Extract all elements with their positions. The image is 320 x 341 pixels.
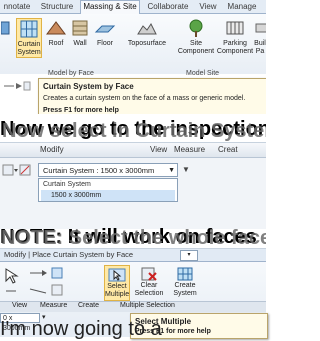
wall-button[interactable]: Wall bbox=[68, 18, 92, 48]
toposurface-icon bbox=[136, 18, 158, 38]
tab-collaborate[interactable]: Collaborate bbox=[142, 1, 194, 13]
site-component-label: Site Component bbox=[177, 40, 215, 55]
type-selector-value: Curtain System : 1500 x 3000mm bbox=[43, 166, 155, 175]
bottom-caption: I'm now going to a bbox=[0, 318, 162, 340]
panel2-measure: Measure bbox=[174, 145, 206, 154]
roof-label: Roof bbox=[48, 40, 64, 47]
panel2-modify: Modify bbox=[40, 145, 64, 154]
clear-selection-label: Clear Selection bbox=[134, 282, 164, 297]
building-pad-icon bbox=[254, 18, 266, 38]
panel2-view: View bbox=[150, 145, 168, 154]
create-system-icon bbox=[176, 267, 194, 281]
dropdown-group-label: Curtain System bbox=[43, 181, 91, 188]
type-selector-arrow[interactable]: ▼ bbox=[182, 165, 190, 174]
toolbar-fragment bbox=[2, 80, 32, 92]
panel3-title: Modify | Place Curtain System by Face bbox=[4, 250, 134, 259]
roof-button[interactable]: Roof bbox=[44, 18, 68, 48]
tab-annotate[interactable]: nnotate bbox=[0, 1, 34, 13]
panel2-toolbar: Modify View Measure Creat bbox=[0, 143, 266, 158]
parking-component-label: Parking Component bbox=[216, 40, 254, 55]
curtain-system-icon bbox=[18, 19, 40, 39]
select-multiple-label: Select Multiple bbox=[105, 283, 130, 298]
select-multiple-icon bbox=[108, 268, 126, 282]
tooltip-help: Press F1 for more help bbox=[43, 107, 119, 114]
parking-icon bbox=[224, 18, 246, 38]
panel3-measure: Measure bbox=[40, 302, 68, 309]
tab-view[interactable]: View bbox=[196, 1, 220, 13]
wall-label: Wall bbox=[73, 40, 87, 47]
building-pad-label: Buil Pa bbox=[254, 40, 266, 55]
tooltip-title: Curtain System by Face bbox=[43, 82, 134, 91]
caption-1b: Now select in Curtain System type bbox=[2, 120, 266, 142]
select-multiple-button[interactable]: Select Multiple bbox=[104, 265, 130, 301]
tab-massing-site[interactable]: Massing & Site bbox=[80, 0, 140, 14]
wall-icon bbox=[69, 18, 91, 38]
group-model-by-face: Model by Face bbox=[48, 70, 94, 77]
create-system-button[interactable]: Create System bbox=[168, 265, 202, 299]
ribbon-panel: nnotate Structure Massing & Site Collabo… bbox=[0, 0, 266, 114]
curtain-system-button[interactable]: Curtain System bbox=[16, 18, 42, 58]
tab-manage[interactable]: Manage bbox=[224, 1, 260, 13]
caption-2b: NOTE: Select the whole face bbox=[1, 227, 266, 249]
building-pad-button[interactable]: Buil Pa bbox=[254, 18, 266, 56]
panel2-icons bbox=[2, 163, 34, 177]
ribbon-tab-bar: nnotate Structure Massing & Site Collabo… bbox=[0, 0, 266, 14]
floor-icon bbox=[94, 18, 116, 38]
panel3-group-label: Multiple Selection bbox=[120, 302, 175, 309]
create-system-label: Create System bbox=[173, 282, 197, 297]
modify-tools bbox=[2, 265, 68, 299]
panel3-title-dropdown[interactable]: ▾ bbox=[180, 250, 198, 261]
clear-selection-button[interactable]: Clear Selection bbox=[132, 265, 166, 299]
curtain-system-label: Curtain System bbox=[17, 41, 41, 56]
chevron-down-icon[interactable]: ▼ bbox=[168, 164, 175, 178]
toposurface-label: Toposurface bbox=[127, 40, 167, 47]
panel3-view: View bbox=[12, 302, 28, 309]
panel3-group-bar: View Measure Create Multiple Selection bbox=[0, 301, 266, 312]
tooltip-curtain-system: Curtain System by Face Creates a curtain… bbox=[38, 78, 266, 114]
type-selector-dropdown[interactable]: Curtain System : 1500 x 3000mm ▼ bbox=[38, 163, 178, 177]
floor-button[interactable]: Floor bbox=[92, 18, 118, 48]
site-component-button[interactable]: Site Component bbox=[176, 18, 216, 56]
roof-icon bbox=[45, 18, 67, 38]
toposurface-button[interactable]: Toposurface bbox=[124, 18, 170, 48]
parking-component-button[interactable]: Parking Component bbox=[216, 18, 254, 56]
panel2-create: Creat bbox=[218, 145, 238, 154]
type-selector-list: Curtain System 1500 x 3000mm bbox=[38, 178, 178, 202]
panel3-title-bar: Modify | Place Curtain System by Face ▾ bbox=[0, 249, 266, 262]
tree-icon bbox=[185, 18, 207, 38]
floor-label: Floor bbox=[97, 40, 113, 47]
type-selector-panel: Modify View Measure Creat Curtain System… bbox=[0, 142, 266, 229]
clear-selection-icon bbox=[140, 267, 158, 281]
partial-button[interactable] bbox=[0, 18, 12, 40]
partial-icon bbox=[0, 18, 11, 38]
dropdown-item-1500x3000[interactable]: 1500 x 3000mm bbox=[41, 190, 175, 201]
tab-structure[interactable]: Structure bbox=[36, 1, 78, 13]
panel3-create: Create bbox=[78, 302, 100, 309]
group-model-site: Model Site bbox=[186, 70, 220, 77]
tooltip-body: Creates a curtain system on the face of … bbox=[43, 95, 246, 102]
